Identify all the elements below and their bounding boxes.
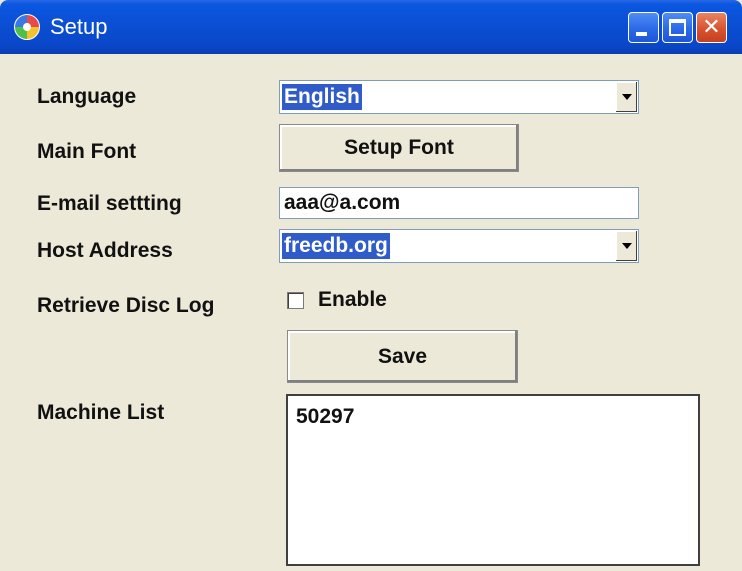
host-selected-value: freedb.org [282, 233, 390, 259]
cd-disc-icon [14, 14, 40, 40]
host-address-label: Host Address [37, 239, 173, 262]
window-title: Setup [50, 14, 108, 39]
host-address-select[interactable]: freedb.org [279, 229, 639, 263]
enable-checkbox[interactable] [287, 292, 304, 309]
title-bar[interactable]: Setup ✕ [0, 0, 742, 54]
language-selected-value: English [282, 84, 362, 110]
minimize-button[interactable] [628, 12, 659, 43]
setup-window: Setup ✕ Language English Main Font Setup… [0, 0, 742, 571]
main-font-label: Main Font [37, 140, 137, 163]
machine-list-label: Machine List [37, 401, 165, 424]
close-icon: ✕ [702, 15, 721, 40]
close-button[interactable]: ✕ [696, 12, 727, 43]
minimize-icon [636, 32, 647, 36]
language-label: Language [37, 85, 137, 108]
list-item[interactable]: 50297 [296, 404, 354, 430]
language-select[interactable]: English [279, 80, 639, 114]
chevron-down-icon[interactable] [615, 231, 637, 261]
email-field[interactable]: aaa@a.com [279, 187, 639, 219]
save-button[interactable]: Save [287, 330, 518, 383]
retrieve-disc-log-label: Retrieve Disc Log [37, 294, 215, 317]
enable-checkbox-label[interactable]: Enable [318, 287, 387, 313]
setup-font-button[interactable]: Setup Font [279, 124, 519, 172]
maximize-icon [669, 19, 686, 36]
machine-list-box[interactable]: 50297 [286, 394, 700, 566]
email-label: E-mail settting [37, 192, 182, 215]
maximize-button[interactable] [662, 12, 693, 43]
chevron-down-icon[interactable] [615, 82, 637, 112]
